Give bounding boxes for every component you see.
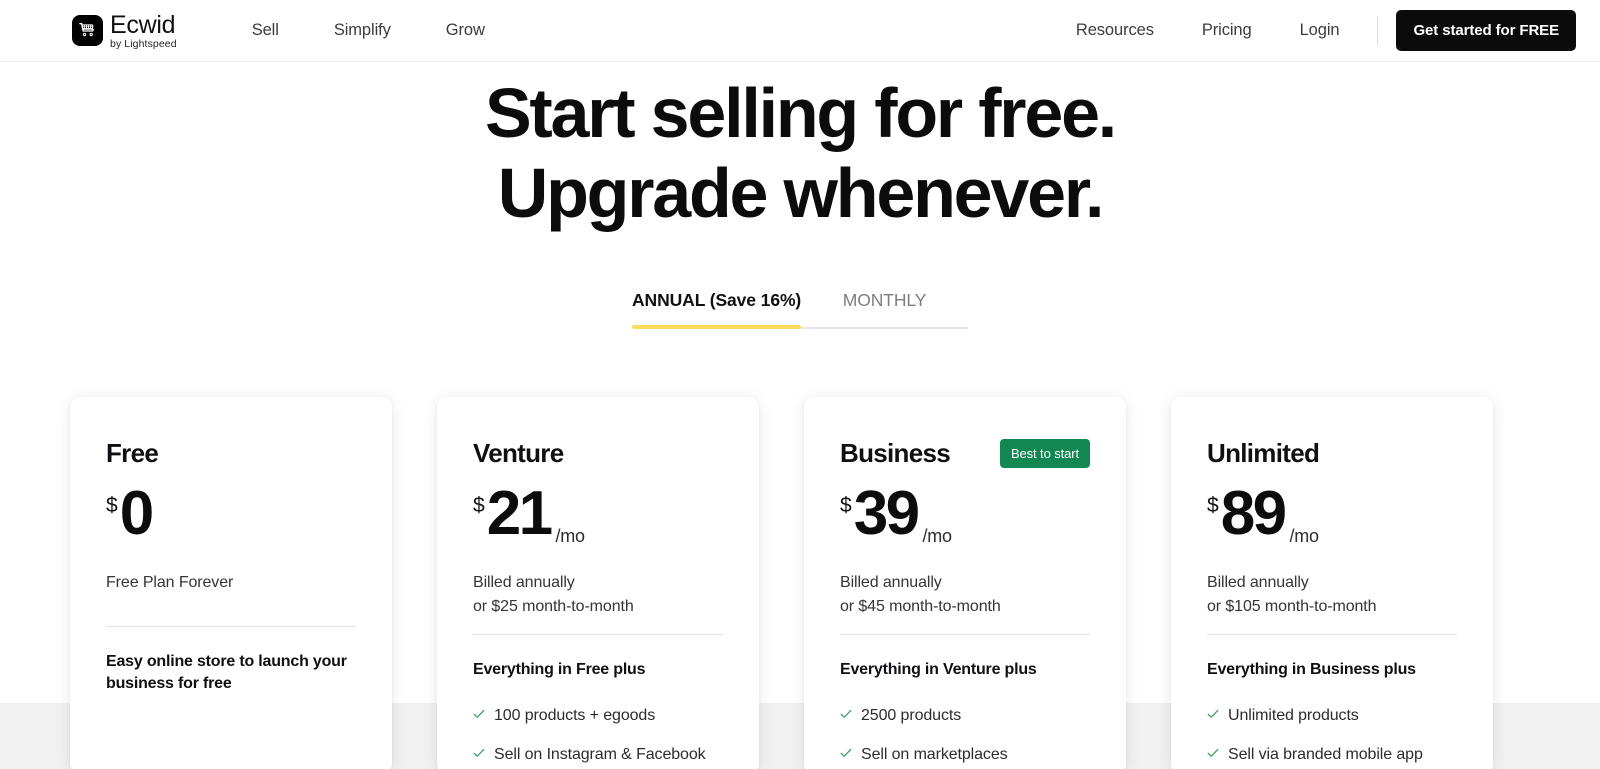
price-amount: 21: [486, 478, 553, 548]
hero-section: Start selling for free. Upgrade whenever…: [0, 62, 1600, 234]
nav-item-sell[interactable]: Sell: [252, 21, 279, 40]
plan-header: Free: [106, 437, 356, 471]
price-period: /mo: [555, 525, 585, 546]
plan-badge-best-to-start: Best to start: [999, 439, 1090, 469]
billing-line-2: or $105 month-to-month: [1207, 598, 1377, 616]
page-title-line-2: Upgrade whenever.: [497, 153, 1105, 232]
plan-subhead: Easy online store to launch your busines…: [106, 652, 347, 692]
plan-card-venture[interactable]: Venture $ 21 /mo Billed annually or $25 …: [437, 396, 759, 769]
feature-label: Sell via branded mobile app: [1228, 745, 1423, 763]
price-amount: 89: [1220, 478, 1287, 548]
plan-name: Free: [106, 438, 159, 469]
billing-line-1: Billed annually: [840, 573, 942, 591]
feature-label: Sell on Instagram & Facebook: [494, 745, 706, 763]
brand-logo[interactable]: Ecwid by Lightspeed: [72, 12, 177, 50]
price-currency: $: [1207, 493, 1219, 517]
page-title-line-1: Start selling for free.: [484, 74, 1117, 152]
feature-label: Unlimited products: [1228, 706, 1359, 724]
plan-subhead: Everything in Venture plus: [840, 661, 1037, 679]
plan-billing-note: Billed annually or $105 month-to-month: [1207, 571, 1457, 636]
secondary-navigation: Resources Pricing Login Get started for …: [1052, 10, 1576, 51]
price-period: /mo: [1289, 525, 1319, 546]
nav-item-resources[interactable]: Resources: [1052, 21, 1178, 40]
price-amount: 0: [119, 478, 154, 548]
billing-line-2: or $45 month-to-month: [840, 598, 1001, 616]
feature-label: 2500 products: [861, 706, 962, 724]
plan-billing-note: Free Plan Forever: [106, 571, 356, 627]
check-icon: [473, 743, 485, 761]
check-icon: [473, 704, 485, 722]
plan-subhead: Everything in Business plus: [1207, 661, 1416, 679]
feature-item: Unlimited products: [1207, 696, 1457, 735]
page-title: Start selling for free. Upgrade whenever…: [0, 74, 1600, 234]
feature-item: Sell on Instagram & Facebook: [473, 735, 723, 769]
nav-item-grow[interactable]: Grow: [446, 21, 485, 40]
plan-header: Unlimited: [1207, 437, 1457, 471]
shopping-cart-icon: [72, 15, 103, 46]
check-icon: [1207, 743, 1219, 761]
tab-monthly-underline: [801, 326, 968, 329]
tab-annual-label: ANNUAL (Save 16%): [632, 289, 802, 310]
check-icon: [840, 704, 852, 722]
feature-item: 100 products + egoods: [473, 696, 723, 735]
feature-item: Sell via branded mobile app: [1207, 735, 1457, 769]
feature-item: Sell on marketplaces: [840, 735, 1090, 769]
tab-annual-underline: [632, 324, 802, 329]
plan-card-unlimited[interactable]: Unlimited $ 89 /mo Billed annually or $1…: [1171, 396, 1493, 769]
billing-line-1: Free Plan Forever: [106, 573, 234, 591]
plan-feature-list: Unlimited products Sell via branded mobil…: [1207, 696, 1457, 769]
billing-line-1: Billed annually: [473, 573, 575, 591]
plan-price: $ 0: [106, 478, 356, 557]
nav-item-pricing[interactable]: Pricing: [1178, 21, 1276, 40]
nav-divider: [1377, 15, 1379, 46]
plan-name: Venture: [473, 438, 564, 469]
feature-label: 100 products + egoods: [494, 706, 656, 724]
plan-price: $ 89 /mo: [1207, 478, 1457, 557]
site-header: Ecwid by Lightspeed Sell Simplify Grow R…: [0, 0, 1600, 62]
price-currency: $: [106, 493, 118, 517]
plan-subhead: Everything in Free plus: [473, 661, 646, 679]
tab-annual[interactable]: ANNUAL (Save 16%): [632, 290, 801, 345]
plan-name: Unlimited: [1207, 438, 1320, 469]
plan-header: Business Best to start: [840, 437, 1090, 471]
brand-tagline: by Lightspeed: [110, 37, 177, 50]
price-period: /mo: [922, 525, 952, 546]
billing-line-1: Billed annually: [1207, 573, 1309, 591]
check-icon: [1207, 704, 1219, 722]
price-amount: 39: [853, 478, 920, 548]
plan-card-business[interactable]: Business Best to start $ 39 /mo Billed a…: [804, 396, 1126, 769]
plan-name: Business: [840, 438, 951, 469]
brand-name: Ecwid: [110, 10, 176, 39]
get-started-button[interactable]: Get started for FREE: [1396, 10, 1576, 51]
plan-feature-list: 100 products + egoods Sell on Instagram &…: [473, 696, 723, 769]
tab-monthly-label: MONTHLY: [842, 289, 927, 310]
check-icon: [840, 743, 852, 761]
pricing-plans: Free $ 0 Free Plan Forever Easy online s…: [70, 396, 1530, 769]
nav-item-login[interactable]: Login: [1276, 21, 1364, 40]
feature-label: Sell on marketplaces: [861, 745, 1008, 763]
plan-card-free[interactable]: Free $ 0 Free Plan Forever Easy online s…: [70, 396, 392, 769]
plan-feature-list: 2500 products Sell on marketplaces: [840, 696, 1090, 769]
plan-billing-note: Billed annually or $45 month-to-month: [840, 571, 1090, 636]
plan-header: Venture: [473, 437, 723, 471]
plan-price: $ 21 /mo: [473, 478, 723, 557]
plan-price: $ 39 /mo: [840, 478, 1090, 557]
price-currency: $: [840, 493, 852, 517]
primary-navigation: Sell Simplify Grow: [252, 21, 485, 40]
tab-monthly[interactable]: MONTHLY: [801, 290, 968, 345]
billing-period-toggle: ANNUAL (Save 16%) MONTHLY: [632, 290, 968, 345]
price-currency: $: [473, 493, 485, 517]
feature-item: 2500 products: [840, 696, 1090, 735]
plan-billing-note: Billed annually or $25 month-to-month: [473, 571, 723, 636]
billing-line-2: or $25 month-to-month: [473, 598, 634, 616]
nav-item-simplify[interactable]: Simplify: [334, 21, 391, 40]
